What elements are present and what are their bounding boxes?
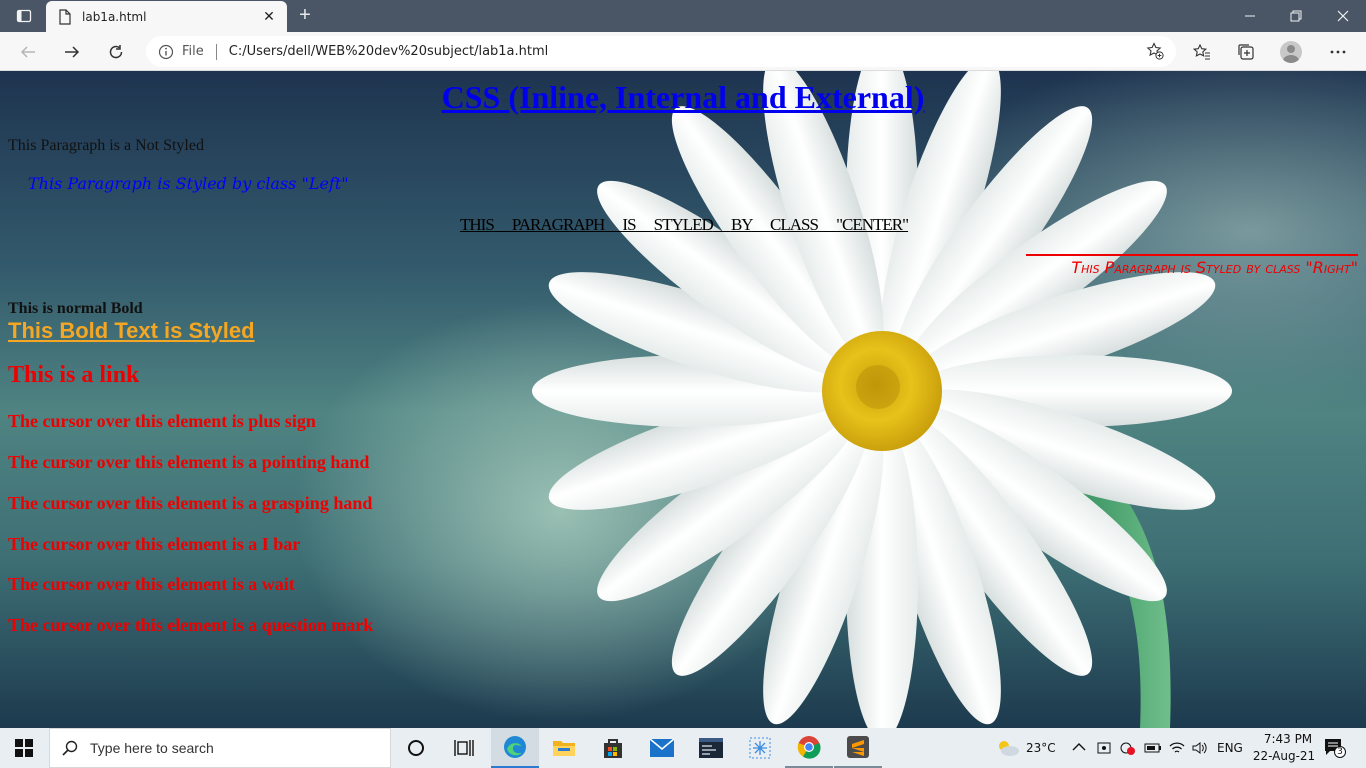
taskbar-edge[interactable] [491,728,539,768]
url-text[interactable]: C:/Users/dell/WEB%20dev%20subject/lab1a.… [229,44,549,59]
taskbar-mail[interactable] [638,728,686,768]
windows-taskbar: Type here to search 23°C ENG 7:43 PM 22-… [0,728,1366,768]
back-button[interactable] [12,36,44,68]
star-add-icon [1146,42,1164,60]
close-icon [1337,10,1349,22]
paragraph-class-center: This Paragraph is styled by class "cente… [460,215,909,235]
cursor-help-text[interactable]: The cursor over this element is a questi… [8,615,373,636]
clock-date[interactable]: 22-Aug-21 [1250,749,1318,763]
sublime-text-icon [847,736,869,758]
page-link[interactable]: This is a link [8,362,139,389]
search-placeholder: Type here to search [90,740,214,756]
center-word: is [622,215,636,234]
tab-title: lab1a.html [82,9,147,24]
taskbar-store[interactable] [589,728,637,768]
new-tab-button[interactable]: + [292,4,318,28]
start-button[interactable] [0,728,48,768]
center-word: styled [653,215,714,234]
favorites-icon [1193,43,1210,60]
paragraph-class-right: This Paragraph is Styled by class "Right… [1026,254,1358,277]
styled-bold-text: This Bold Text is Styled [8,318,255,343]
search-icon [62,740,78,756]
cursor-pointer-text[interactable]: The cursor over this element is a pointi… [8,452,369,473]
paragraph-not-styled: This Paragraph is a Not Styled [8,137,204,154]
taskbar-search-box[interactable]: Type here to search [49,728,391,768]
browser-tab[interactable]: lab1a.html ✕ [46,1,287,32]
cursor-text-text[interactable]: The cursor over this element is a I bar [8,534,300,555]
chevron-up-icon[interactable] [1072,742,1086,752]
browser-toolbar: File C:/Users/dell/WEB%20dev%20subject/l… [0,32,1366,71]
center-word: by [730,215,753,234]
antivirus-alert-icon[interactable] [1120,740,1136,756]
profile-button[interactable] [1275,36,1307,68]
file-label: File [182,44,204,59]
restore-icon [1290,10,1302,22]
store-bag-icon [604,739,622,758]
refresh-button[interactable] [100,36,132,68]
language-indicator[interactable]: ENG [1217,741,1243,755]
windows-logo-icon [15,739,33,757]
restore-button[interactable] [1273,0,1319,32]
minimize-button[interactable] [1227,0,1273,32]
center-word: "center" [836,215,909,234]
battery-icon[interactable] [1144,740,1162,756]
page-viewport: CSS (Inline, Internal and External) This… [0,71,1366,728]
forward-button[interactable] [56,36,88,68]
avatar-icon [1280,41,1302,63]
weather-temperature[interactable]: 23°C [1026,741,1056,755]
task-view-button[interactable] [440,728,488,768]
settings-menu-button[interactable] [1322,36,1354,68]
volume-icon[interactable] [1191,740,1209,756]
notification-center-button[interactable]: 3 [1324,738,1346,761]
tab-actions-icon [16,9,32,23]
page-heading: CSS (Inline, Internal and External) [441,79,925,115]
more-dots-icon [1330,50,1346,54]
edge-browser-icon [504,736,526,758]
back-arrow-icon [20,46,35,58]
taskbar-file-explorer[interactable] [540,728,588,768]
taskbar-terminal[interactable] [687,728,735,768]
forward-arrow-icon [65,46,80,58]
notification-count: 3 [1334,746,1346,758]
terminal-icon [699,738,723,758]
close-window-button[interactable] [1320,0,1366,32]
task-view-icon [454,740,474,756]
mail-icon [650,739,674,757]
favorites-button[interactable] [1186,36,1218,68]
cursor-wait-text[interactable]: The cursor over this element is a wait [8,574,295,595]
chrome-icon [797,736,821,759]
cursor-grab-text[interactable]: The cursor over this element is a graspi… [8,493,372,514]
page-icon [59,8,71,25]
close-tab-icon[interactable]: ✕ [261,8,277,25]
address-bar[interactable]: File C:/Users/dell/WEB%20dev%20subject/l… [146,36,1176,67]
snowflake-icon [749,737,771,759]
wifi-icon[interactable] [1168,740,1186,756]
browser-titlebar: lab1a.html ✕ + [0,0,1366,32]
cortana-button[interactable] [392,728,440,768]
site-info-button[interactable]: File [158,43,229,60]
cortana-circle-icon [408,740,424,756]
taskbar-sublime-text[interactable] [834,728,882,768]
collections-button[interactable] [1230,36,1262,68]
weather-cloud-sun-icon [999,741,1019,756]
clock-time[interactable]: 7:43 PM [1260,732,1316,746]
center-word: This [460,215,495,234]
folder-icon [553,741,575,756]
refresh-icon [109,45,123,59]
add-favorite-button[interactable] [1146,42,1164,65]
tab-actions-button[interactable] [0,0,48,32]
taskbar-snipping-tool[interactable] [736,728,784,768]
taskbar-chrome[interactable] [785,728,833,768]
minimize-icon [1245,15,1255,17]
collections-icon [1238,44,1254,60]
info-icon [158,44,174,59]
center-word: class [770,215,819,234]
meet-now-icon[interactable] [1096,740,1112,756]
paragraph-class-left: This Paragraph is Styled by class "Left" [28,174,349,193]
normal-bold-text: This is normal Bold [8,300,143,317]
cursor-crosshair-text[interactable]: The cursor over this element is plus sig… [8,411,316,432]
center-word: Paragraph [511,215,605,234]
address-divider [215,43,217,60]
